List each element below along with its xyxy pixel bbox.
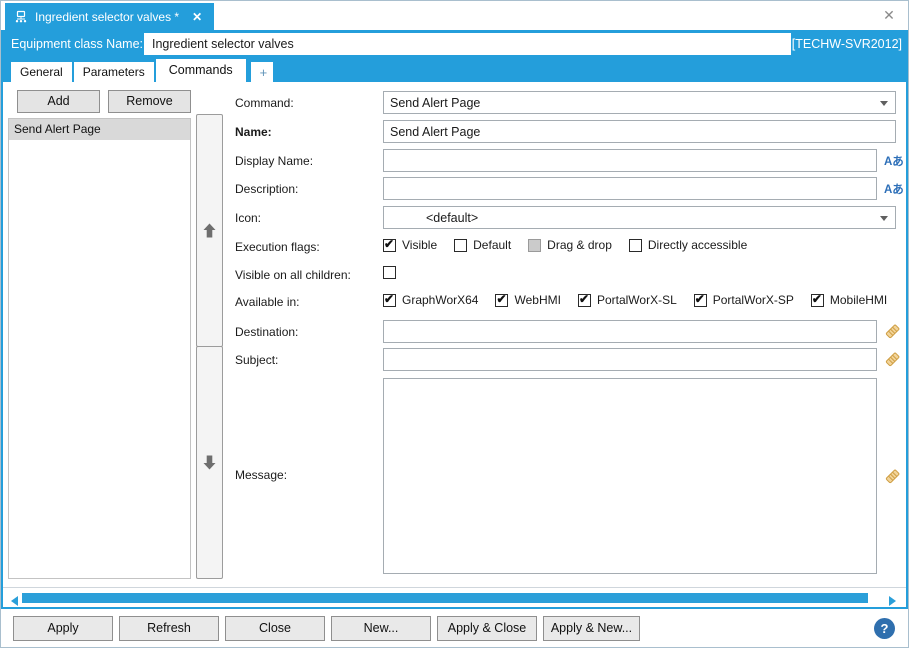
refresh-button[interactable]: Refresh xyxy=(119,616,219,641)
name-input[interactable] xyxy=(383,120,896,143)
tab-bar: General Parameters Commands + xyxy=(1,58,908,82)
webhmi-checkbox-label: WebHMI xyxy=(514,293,560,307)
drag-drop-checkbox xyxy=(528,239,541,252)
move-down-button[interactable] xyxy=(196,346,223,579)
document-tab-strip: Ingredient selector valves * ✕ ✕ xyxy=(1,1,908,30)
default-checkbox[interactable] xyxy=(454,239,467,252)
document-tab-close-icon[interactable]: ✕ xyxy=(192,10,202,24)
portalworx-sl-checkbox-label: PortalWorX-SL xyxy=(597,293,677,307)
new-button[interactable]: New... xyxy=(331,616,431,641)
visible-on-all-children-checkbox[interactable] xyxy=(383,266,396,279)
list-item[interactable]: Send Alert Page xyxy=(9,119,190,140)
execution-flags-label: Execution flags: xyxy=(235,240,320,254)
command-combobox[interactable]: Send Alert Page xyxy=(383,91,896,114)
window-close-icon[interactable]: ✕ xyxy=(880,6,898,24)
equipment-class-name-label: Equipment class Name: xyxy=(11,37,143,51)
add-tab-button[interactable]: + xyxy=(251,62,273,82)
portalworx-sp-checkbox-label: PortalWorX-SP xyxy=(713,293,794,307)
execution-flags-group: Visible Default Drag & drop Directly acc… xyxy=(383,238,764,252)
arrow-down-icon xyxy=(203,455,216,470)
message-textarea[interactable] xyxy=(383,378,877,574)
default-checkbox-label: Default xyxy=(473,238,511,252)
description-input[interactable] xyxy=(383,177,877,200)
visible-on-all-children-label: Visible on all children: xyxy=(235,268,351,282)
available-in-label: Available in: xyxy=(235,295,300,309)
icon-combobox[interactable]: <default> xyxy=(383,206,896,229)
tab-general[interactable]: General xyxy=(11,62,72,82)
equipment-class-editor-window: Ingredient selector valves * ✕ ✕ Equipme… xyxy=(0,0,909,648)
display-name-label: Display Name: xyxy=(235,154,313,168)
chevron-down-icon xyxy=(880,216,888,221)
available-in-group: GraphWorX64 WebHMI PortalWorX-SL PortalW… xyxy=(383,293,904,307)
visible-checkbox[interactable] xyxy=(383,239,396,252)
webhmi-checkbox[interactable] xyxy=(495,294,508,307)
subject-label: Subject: xyxy=(235,353,278,367)
tab-parameters[interactable]: Parameters xyxy=(74,62,154,82)
name-label: Name: xyxy=(235,125,272,139)
footer-bar: Apply Refresh Close New... Apply & Close… xyxy=(1,609,908,647)
apply-button[interactable]: Apply xyxy=(13,616,113,641)
tag-browse-icon[interactable] xyxy=(884,351,901,368)
directly-accessible-checkbox-label: Directly accessible xyxy=(648,238,747,252)
arrow-up-icon xyxy=(203,223,216,238)
commands-tab-page: Add Remove Send Alert Page Command: Send… xyxy=(1,82,908,609)
destination-label: Destination: xyxy=(235,325,298,339)
equipment-class-name-input[interactable] xyxy=(144,33,791,55)
server-name-badge: [TECHW-SVR2012] xyxy=(792,37,902,51)
icon-combobox-value: <default> xyxy=(426,211,478,225)
horizontal-scrollbar[interactable] xyxy=(3,587,906,607)
document-tab-title: Ingredient selector valves * xyxy=(35,10,179,24)
scrollbar-thumb[interactable] xyxy=(22,593,868,603)
add-button[interactable]: Add xyxy=(17,90,100,113)
description-label: Description: xyxy=(235,182,298,196)
move-up-button[interactable] xyxy=(196,114,223,347)
drag-drop-checkbox-label: Drag & drop xyxy=(547,238,612,252)
portalworx-sp-checkbox[interactable] xyxy=(694,294,707,307)
header-bar: Equipment class Name: [TECHW-SVR2012] xyxy=(1,30,908,58)
document-tab[interactable]: Ingredient selector valves * ✕ xyxy=(5,3,214,30)
localize-icon[interactable]: Aあ xyxy=(884,153,908,169)
apply-and-new-button[interactable]: Apply & New... xyxy=(543,616,640,641)
visible-on-all-children-group xyxy=(383,266,402,279)
mobilehmi-checkbox[interactable] xyxy=(811,294,824,307)
command-list[interactable]: Send Alert Page xyxy=(8,118,191,579)
visible-checkbox-label: Visible xyxy=(402,238,437,252)
close-button[interactable]: Close xyxy=(225,616,325,641)
message-label: Message: xyxy=(235,468,287,482)
graphworx64-checkbox[interactable] xyxy=(383,294,396,307)
chevron-down-icon xyxy=(880,101,888,106)
directly-accessible-checkbox[interactable] xyxy=(629,239,642,252)
destination-input[interactable] xyxy=(383,320,877,343)
equipment-class-icon xyxy=(14,10,28,24)
display-name-input[interactable] xyxy=(383,149,877,172)
apply-and-close-button[interactable]: Apply & Close xyxy=(437,616,537,641)
localize-icon[interactable]: Aあ xyxy=(884,181,908,197)
graphworx64-checkbox-label: GraphWorX64 xyxy=(402,293,478,307)
remove-button[interactable]: Remove xyxy=(108,90,191,113)
portalworx-sl-checkbox[interactable] xyxy=(578,294,591,307)
subject-input[interactable] xyxy=(383,348,877,371)
command-label: Command: xyxy=(235,96,294,110)
help-icon[interactable]: ? xyxy=(874,618,895,639)
command-combobox-value: Send Alert Page xyxy=(390,96,480,110)
tag-browse-icon[interactable] xyxy=(884,468,901,485)
tag-browse-icon[interactable] xyxy=(884,323,901,340)
icon-label: Icon: xyxy=(235,211,261,225)
mobilehmi-checkbox-label: MobileHMI xyxy=(830,293,887,307)
tab-commands[interactable]: Commands xyxy=(156,59,246,82)
reorder-strip xyxy=(196,114,224,579)
